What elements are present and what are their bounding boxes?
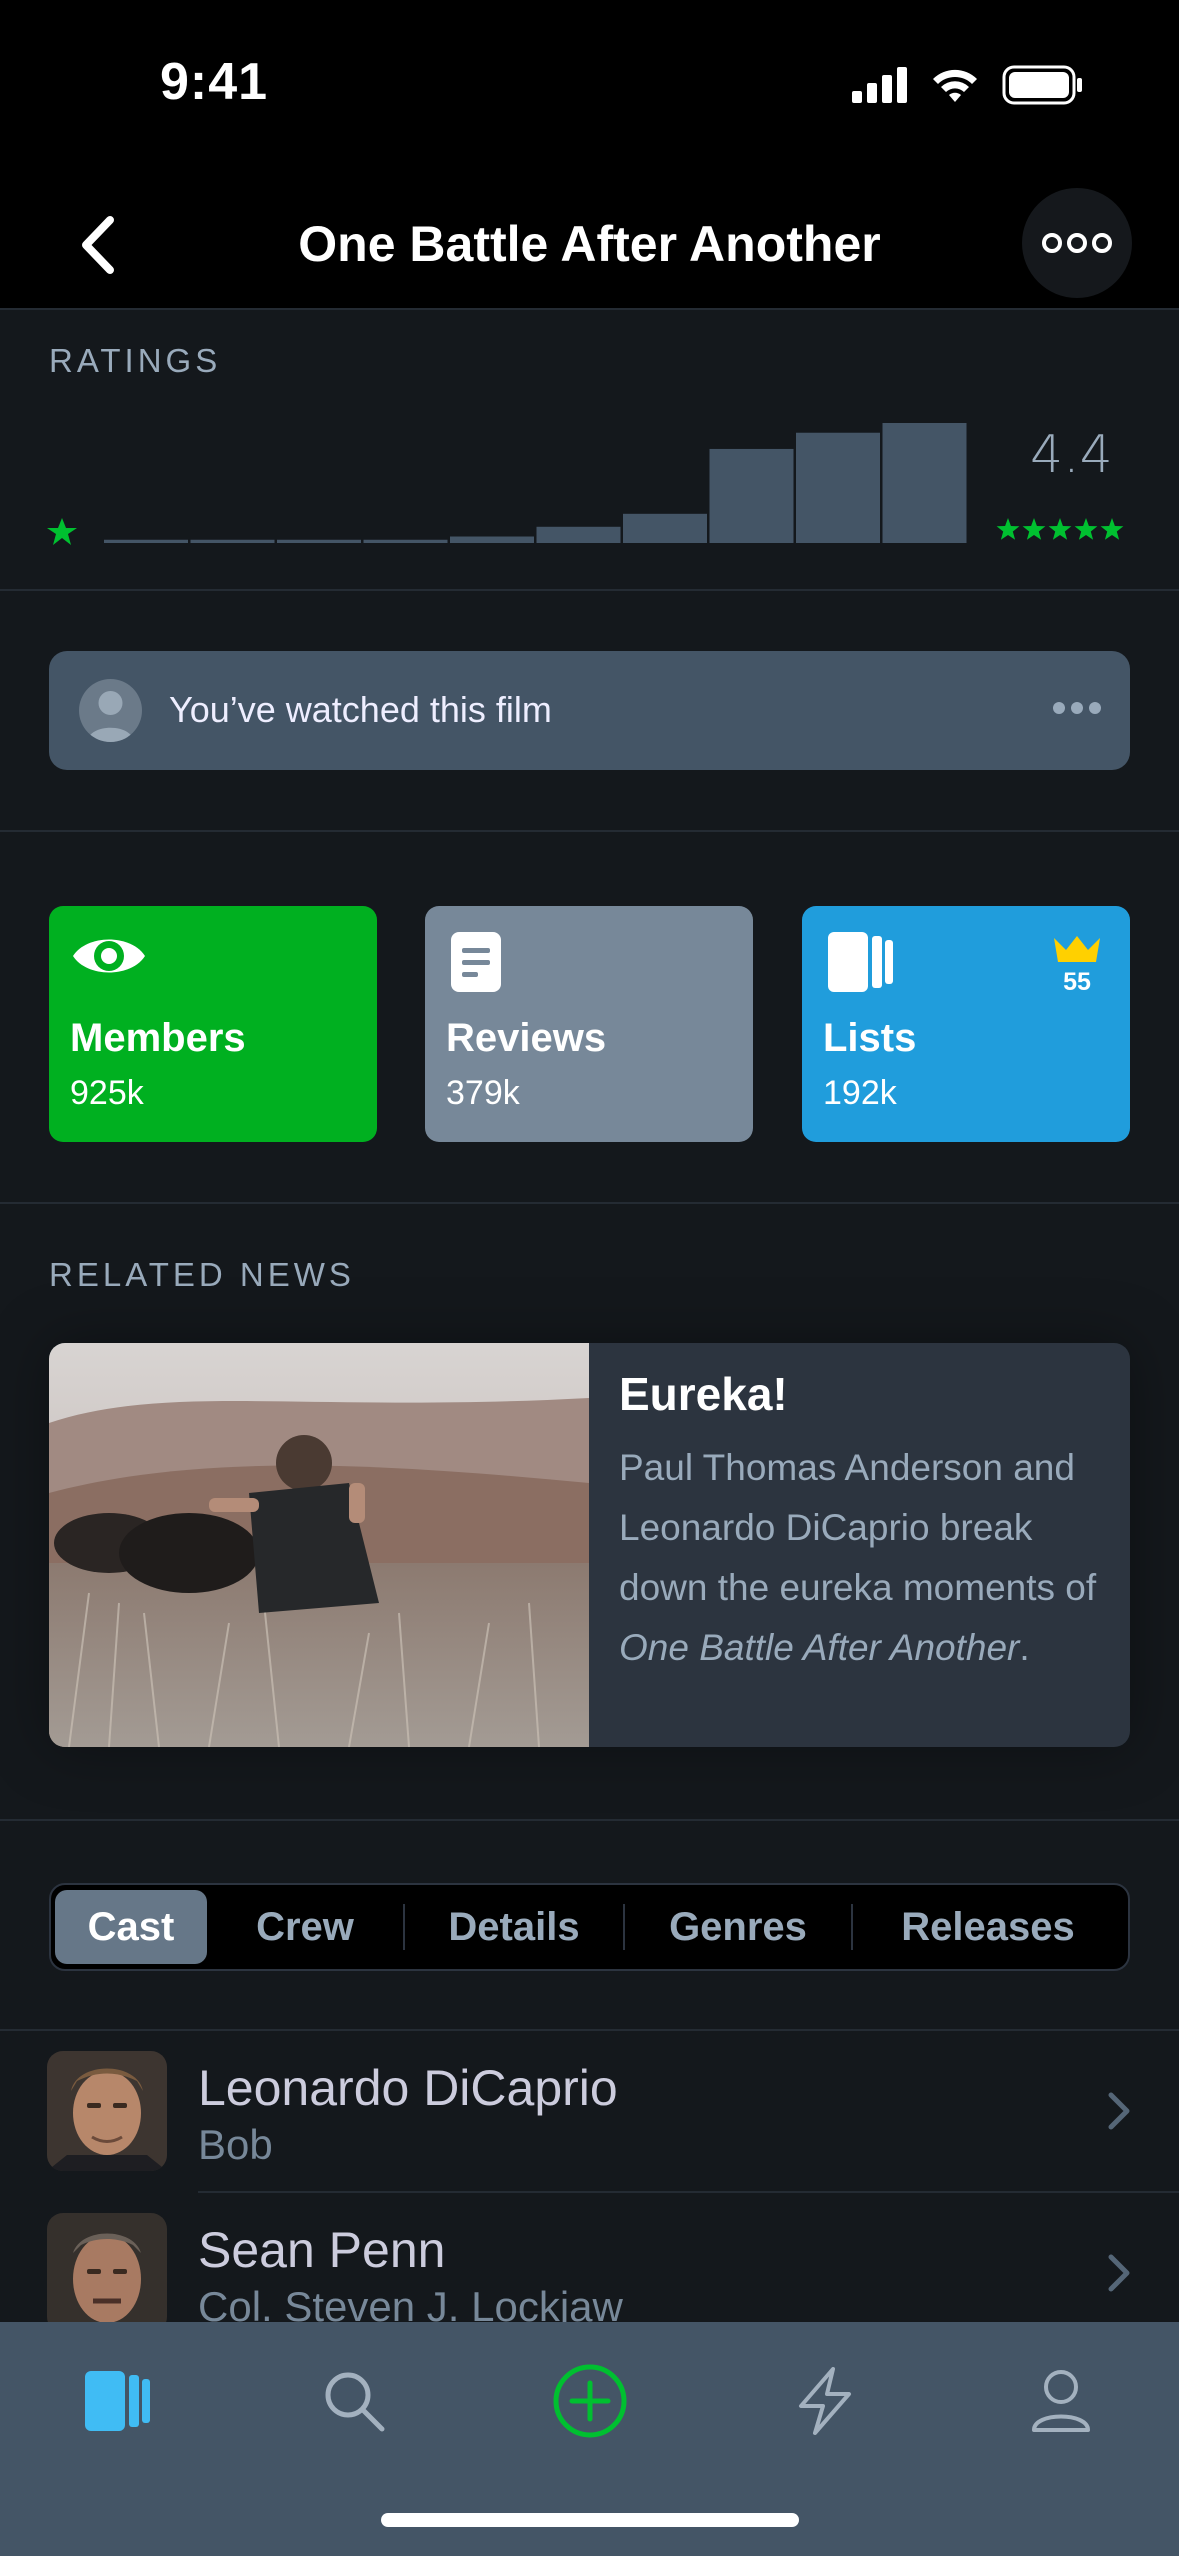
histogram-bar[interactable]	[277, 539, 361, 543]
detail-tabs: Cast Crew Details Genres Releases	[49, 1883, 1130, 1971]
list-item[interactable]: Leonardo DiCaprio Bob	[0, 2031, 1179, 2193]
chevron-right-icon	[1108, 2254, 1130, 2292]
status-icons	[852, 65, 1084, 105]
lists-label: Lists	[823, 1016, 917, 1060]
page-title: One Battle After Another	[298, 216, 881, 272]
reviews-tile[interactable]: Reviews 379k	[425, 906, 753, 1142]
histogram-bar[interactable]	[363, 539, 448, 543]
nav-bar: One Battle After Another	[0, 180, 1179, 310]
add-icon	[553, 2364, 627, 2438]
tab-details[interactable]: Details	[405, 1890, 623, 1964]
back-button[interactable]	[70, 210, 130, 280]
tab-genres[interactable]: Genres	[625, 1890, 851, 1964]
members-tile[interactable]: Members 925k	[49, 906, 377, 1142]
histogram-bar[interactable]	[190, 539, 275, 543]
ellipsis-icon	[1042, 233, 1112, 253]
chevron-left-icon	[82, 216, 114, 274]
members-label: Members	[70, 1016, 246, 1060]
star-icon	[1048, 518, 1072, 540]
watched-text: You’ve watched this film	[169, 689, 552, 730]
lists-icon	[828, 932, 893, 992]
related-news-heading: RELATED NEWS	[49, 1256, 355, 1293]
tab-activity[interactable]	[780, 2356, 870, 2446]
divider	[0, 589, 1179, 591]
tab-add[interactable]	[545, 2356, 635, 2446]
films-icon	[85, 2371, 150, 2431]
user-icon	[87, 691, 134, 742]
activity-icon	[799, 2367, 851, 2435]
ratings-heading: RATINGS	[49, 342, 222, 379]
avatar	[79, 679, 142, 742]
news-body: Paul Thomas Anderson and Leonardo DiCapr…	[619, 1447, 1097, 1668]
histogram-bar[interactable]	[882, 423, 967, 543]
watched-more-button[interactable]	[1052, 701, 1102, 720]
average-rating: 4.4	[1030, 425, 1113, 485]
wifi-icon	[933, 69, 977, 102]
battery-icon	[1002, 65, 1082, 105]
headshot-image	[47, 2051, 167, 2171]
histogram-bar[interactable]	[536, 526, 621, 543]
histogram-bar[interactable]	[796, 432, 880, 543]
news-card[interactable]: Eureka! Paul Thomas Anderson and Leonard…	[49, 1343, 1130, 1747]
status-time: 9:41	[160, 53, 269, 111]
histogram-bar[interactable]	[623, 513, 707, 543]
document-icon	[451, 932, 501, 992]
star-icon	[1022, 518, 1046, 540]
lists-tile[interactable]: 55 Lists 192k	[802, 906, 1130, 1142]
tab-crew[interactable]: Crew	[207, 1890, 403, 1964]
tab-cast[interactable]: Cast	[55, 1890, 207, 1964]
five-stars-icon	[996, 518, 1124, 540]
tab-releases[interactable]: Releases	[853, 1890, 1123, 1964]
home-indicator	[381, 2513, 799, 2527]
divider	[0, 1819, 1179, 1821]
more-options-button[interactable]	[1022, 188, 1132, 298]
avatar	[47, 2213, 167, 2333]
lists-count: 192k	[823, 1074, 897, 1112]
crown-icon	[1054, 936, 1100, 962]
status-bar: 9:41	[0, 0, 1179, 180]
patron-count: 55	[1063, 968, 1091, 996]
histogram-bar[interactable]	[709, 448, 794, 543]
divider	[0, 830, 1179, 832]
star-icon	[996, 518, 1020, 540]
news-title: Eureka!	[619, 1368, 788, 1420]
histogram-bar[interactable]	[104, 539, 188, 543]
star-icon	[1074, 518, 1098, 540]
members-count: 925k	[70, 1074, 144, 1112]
chevron-right-icon	[1108, 2092, 1130, 2130]
search-icon	[325, 2372, 385, 2432]
histogram-bar[interactable]	[450, 536, 534, 543]
news-image	[49, 1343, 589, 1747]
cast-name: Leonardo DiCaprio	[198, 2060, 618, 2116]
ratings-histogram[interactable]	[0, 400, 1179, 550]
ellipsis-icon	[1053, 702, 1101, 714]
min-star-icon	[47, 518, 77, 545]
cast-role: Bob	[198, 2121, 273, 2168]
eye-icon	[73, 939, 145, 973]
star-icon	[1100, 518, 1124, 540]
cast-name: Sean Penn	[198, 2222, 446, 2278]
watched-status-bar[interactable]: You’ve watched this film	[49, 651, 1130, 770]
divider	[0, 1202, 1179, 1204]
tab-profile[interactable]	[1016, 2356, 1106, 2446]
avatar	[47, 2051, 167, 2171]
tab-search[interactable]	[309, 2356, 399, 2446]
cellular-signal-icon	[852, 67, 907, 103]
reviews-count: 379k	[446, 1074, 520, 1112]
headshot-image	[47, 2213, 167, 2333]
profile-icon	[1032, 2370, 1090, 2432]
reviews-label: Reviews	[446, 1016, 607, 1060]
tab-films[interactable]	[73, 2356, 163, 2446]
